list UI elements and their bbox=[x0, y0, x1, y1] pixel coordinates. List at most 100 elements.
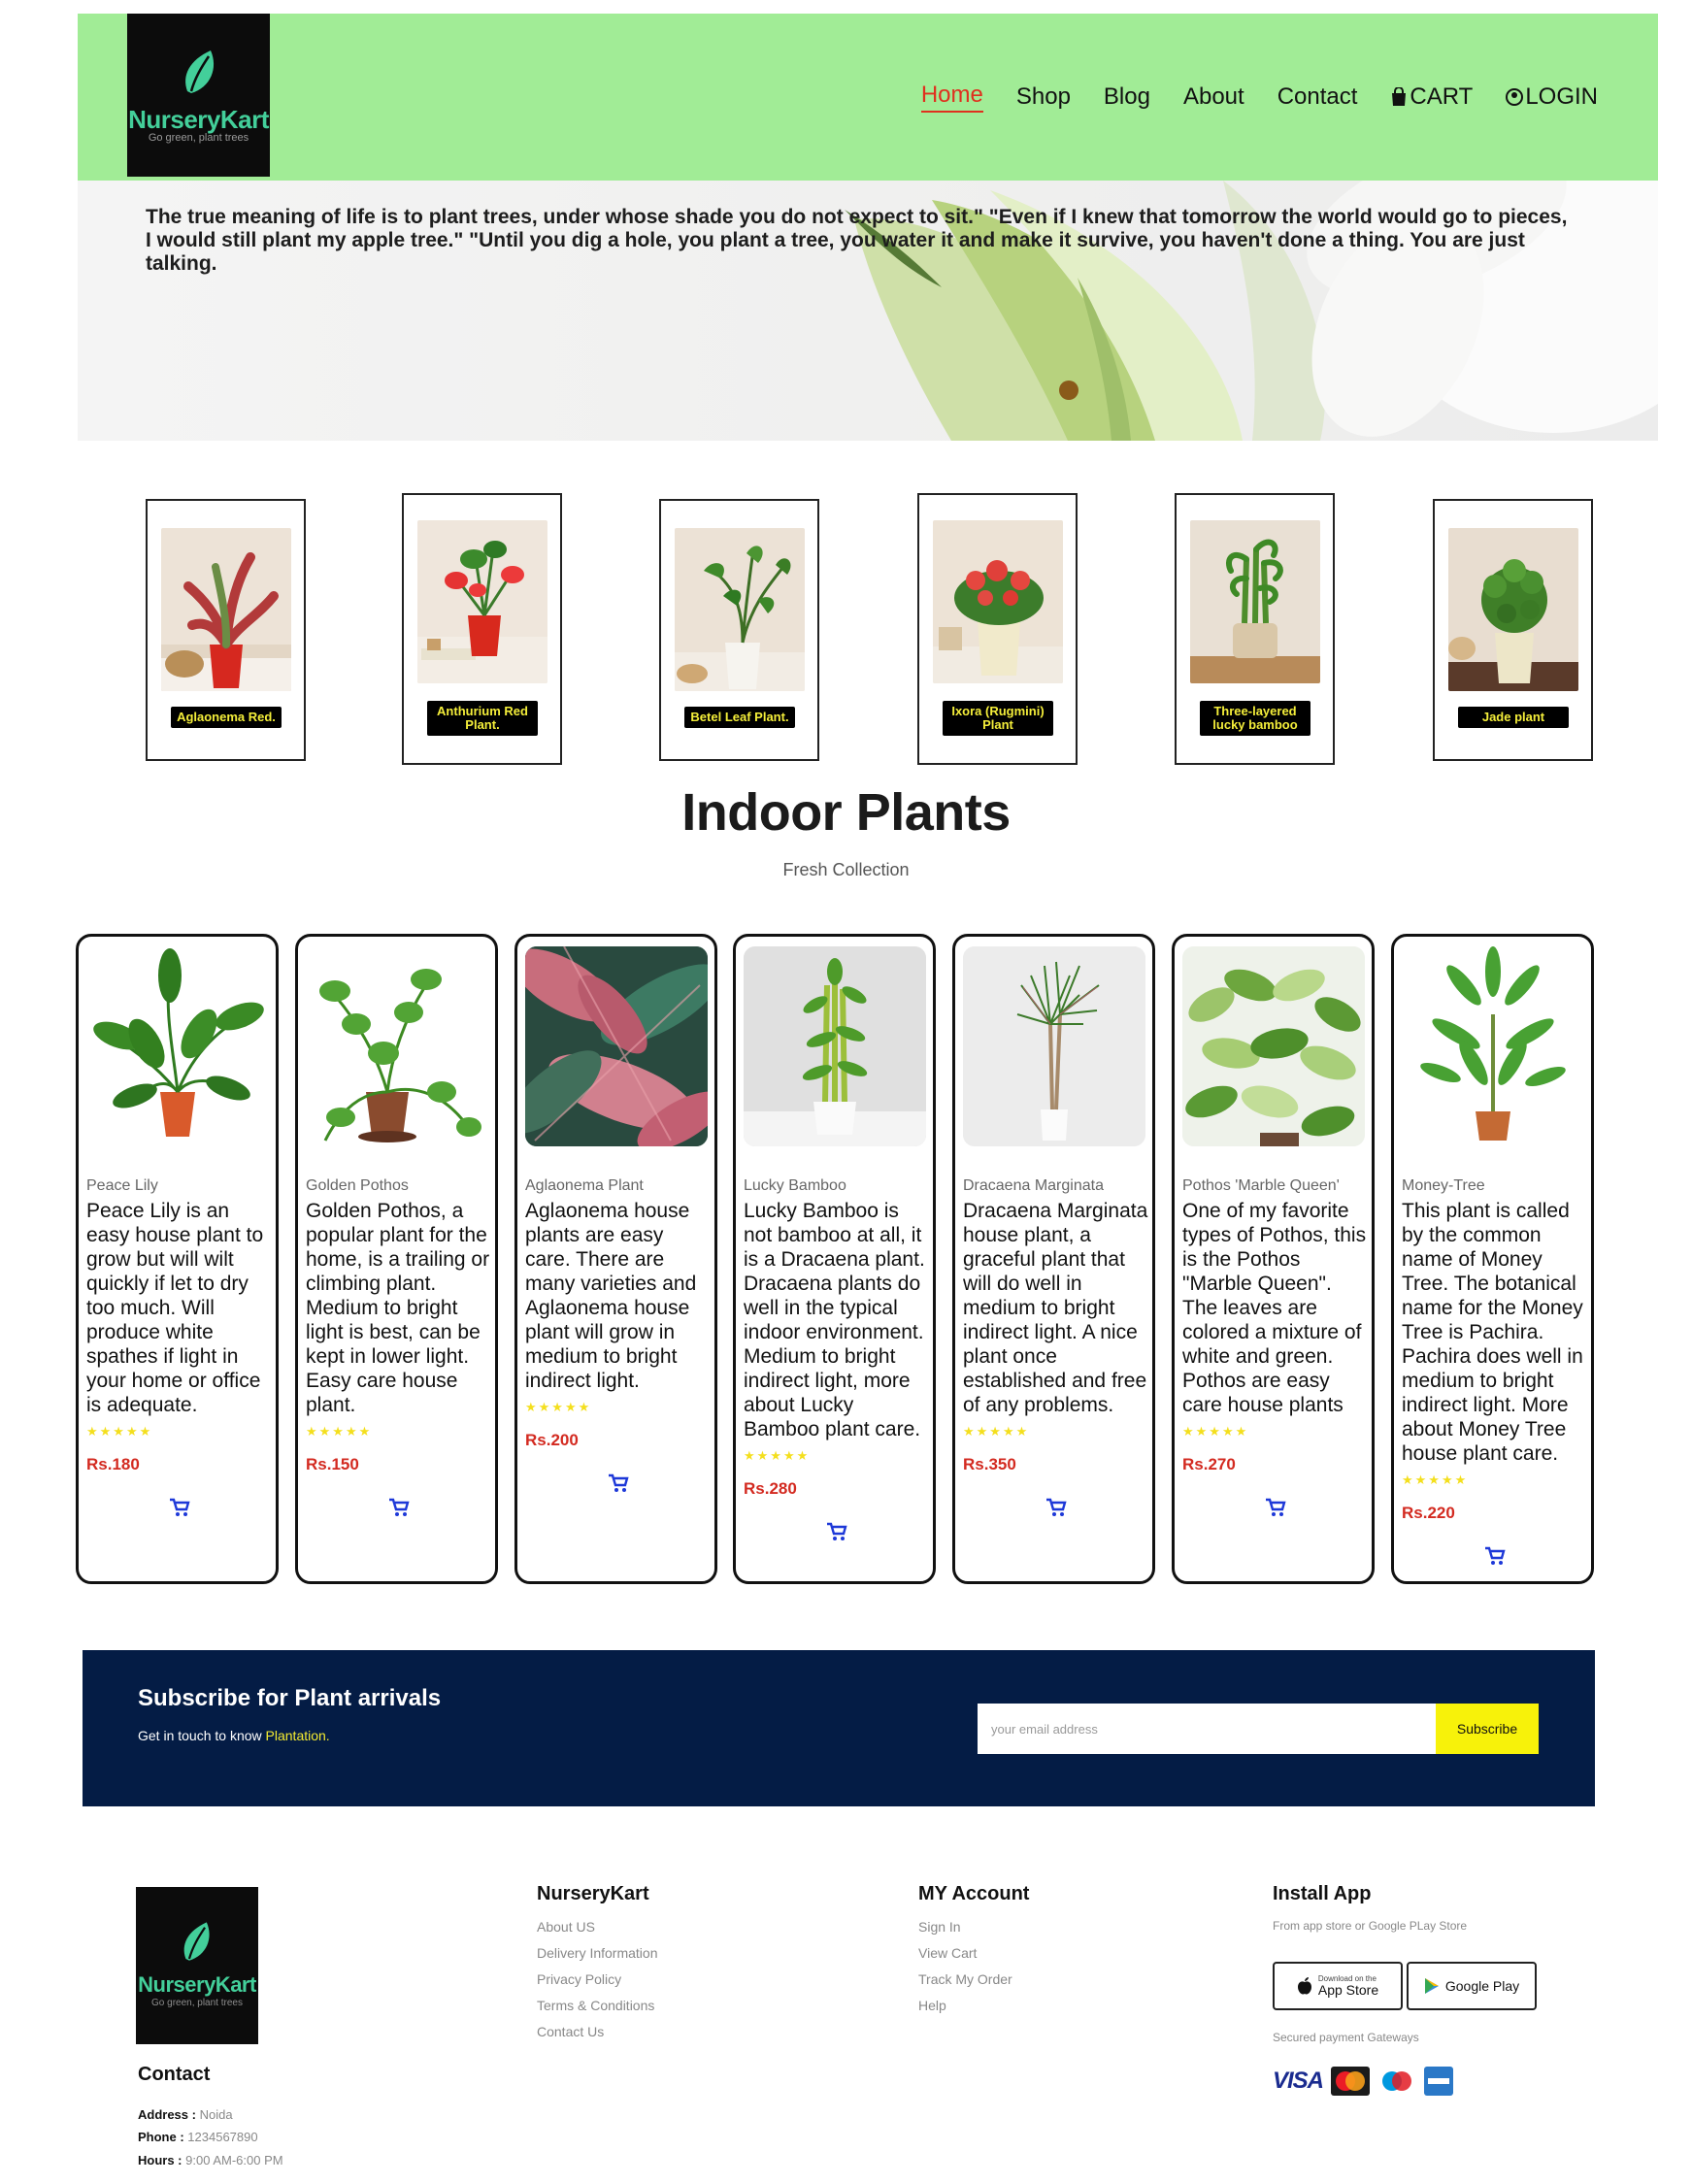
address-value: Noida bbox=[199, 2107, 233, 2122]
featured-card[interactable]: Aglaonema Red. bbox=[146, 499, 306, 761]
add-to-cart-icon[interactable] bbox=[1484, 1546, 1506, 1566]
add-to-cart-icon[interactable] bbox=[1265, 1498, 1286, 1517]
featured-card[interactable]: Three-layered lucky bamboo bbox=[1175, 493, 1335, 765]
rating-stars: ★★★★★ bbox=[963, 1424, 1030, 1439]
footer-link-signin[interactable]: Sign In bbox=[918, 1919, 1029, 1935]
footer-link-track-order[interactable]: Track My Order bbox=[918, 1971, 1029, 1987]
shopping-bag-icon bbox=[1392, 87, 1407, 106]
featured-label: Ixora (Rugmini) Plant bbox=[943, 701, 1053, 736]
nav-shop[interactable]: Shop bbox=[1016, 83, 1071, 111]
product-name: Lucky Bamboo bbox=[744, 1177, 846, 1194]
product-image bbox=[1402, 946, 1584, 1146]
nav-home[interactable]: Home bbox=[920, 82, 983, 113]
nav-contact[interactable]: Contact bbox=[1277, 83, 1358, 111]
product-card[interactable]: Dracaena Marginata Dracaena Marginata ho… bbox=[952, 934, 1155, 1584]
rating-stars: ★★★★★ bbox=[86, 1424, 153, 1439]
add-to-cart-icon[interactable] bbox=[608, 1473, 629, 1493]
plant-image bbox=[1190, 520, 1320, 683]
product-card[interactable]: Aglaonema Plant Aglaonema house plants a… bbox=[514, 934, 717, 1584]
featured-card[interactable]: Betel Leaf Plant. bbox=[659, 499, 819, 761]
product-description: One of my favorite types of Pothos, this… bbox=[1182, 1200, 1367, 1416]
email-input[interactable] bbox=[978, 1704, 1436, 1754]
appstore-text: App Store bbox=[1317, 1982, 1379, 1998]
nav-blog[interactable]: Blog bbox=[1104, 83, 1150, 111]
featured-label: Three-layered lucky bamboo bbox=[1200, 701, 1310, 736]
featured-label: Anthurium Red Plant. bbox=[427, 701, 538, 736]
brand-tagline: Go green, plant trees bbox=[148, 132, 249, 144]
payment-methods: VISA bbox=[1273, 2067, 1454, 2096]
product-name: Peace Lily bbox=[86, 1177, 158, 1194]
secured-payment-text: Secured payment Gateways bbox=[1273, 2031, 1419, 2044]
user-icon bbox=[1506, 88, 1524, 106]
add-to-cart-icon[interactable] bbox=[388, 1498, 410, 1517]
product-info: This plant is called by the common name … bbox=[1402, 1199, 1588, 1566]
mastercard-icon bbox=[1331, 2067, 1371, 2096]
rating-stars: ★★★★★ bbox=[306, 1424, 373, 1439]
featured-card[interactable]: Ixora (Rugmini) Plant bbox=[917, 493, 1078, 765]
product-card[interactable]: Lucky Bamboo Lucky Bamboo is not bamboo … bbox=[733, 934, 936, 1584]
footer-link-terms[interactable]: Terms & Conditions bbox=[537, 1998, 658, 2013]
footer-link-help[interactable]: Help bbox=[918, 1998, 1029, 2013]
newsletter-highlight: Plantation. bbox=[265, 1728, 330, 1743]
nav-about[interactable]: About bbox=[1183, 83, 1244, 111]
newsletter-text: Get in touch to know Plantation. bbox=[138, 1728, 330, 1743]
footer-column-company: NurseryKart About US Delivery Informatio… bbox=[537, 1883, 658, 2050]
nav-cart[interactable]: CART bbox=[1390, 83, 1473, 111]
product-price: Rs.180 bbox=[86, 1455, 140, 1473]
app-store-button[interactable]: Download on the App Store bbox=[1273, 1962, 1403, 2010]
featured-label: Aglaonema Red. bbox=[171, 707, 282, 728]
add-to-cart-icon[interactable] bbox=[169, 1498, 190, 1517]
footer-logo[interactable]: NurseryKart Go green, plant trees bbox=[136, 1887, 258, 2044]
product-description: Dracaena Marginata house plant, a gracef… bbox=[963, 1200, 1148, 1416]
cart-label: CART bbox=[1410, 83, 1474, 110]
add-to-cart-icon[interactable] bbox=[826, 1522, 847, 1541]
product-info: Peace Lily is an easy house plant to gro… bbox=[86, 1199, 273, 1517]
footer-contact-title: Contact bbox=[138, 2064, 211, 2085]
product-card[interactable]: Pothos 'Marble Queen' One of my favorite… bbox=[1172, 934, 1375, 1584]
product-info: Aglaonema house plants are easy care. Th… bbox=[525, 1199, 712, 1493]
main-nav: Home Shop Blog About Contact CART LOGIN bbox=[888, 82, 1598, 113]
newsletter-section: Subscribe for Plant arrivals Get in touc… bbox=[83, 1650, 1595, 1806]
product-price: Rs.280 bbox=[744, 1479, 797, 1498]
product-card[interactable]: Money-Tree This plant is called by the c… bbox=[1391, 934, 1594, 1584]
footer-link-privacy[interactable]: Privacy Policy bbox=[537, 1971, 658, 1987]
rating-stars: ★★★★★ bbox=[744, 1448, 811, 1463]
section-subtitle: Fresh Collection bbox=[782, 860, 910, 879]
leaf-icon bbox=[183, 1922, 210, 1961]
footer-column-install: Install App From app store or Google PLa… bbox=[1273, 1883, 1467, 1943]
google-play-button[interactable]: Google Play bbox=[1407, 1962, 1537, 2010]
newsletter-title: Subscribe for Plant arrivals bbox=[138, 1685, 442, 1711]
brand-name: NurseryKart bbox=[128, 105, 269, 134]
product-description: Aglaonema house plants are easy care. Th… bbox=[525, 1200, 697, 1392]
product-info: One of my favorite types of Pothos, this… bbox=[1182, 1199, 1369, 1517]
footer-link-contact[interactable]: Contact Us bbox=[537, 2024, 658, 2039]
app-store-buttons: Download on the App Store Google Play bbox=[1273, 1962, 1537, 2010]
featured-card[interactable]: Anthurium Red Plant. bbox=[402, 493, 562, 765]
product-price: Rs.350 bbox=[963, 1455, 1016, 1473]
apple-icon bbox=[1297, 1976, 1311, 1995]
product-card[interactable]: Golden Pothos Golden Pothos, a popular p… bbox=[295, 934, 498, 1584]
featured-label: Betel Leaf Plant. bbox=[684, 707, 795, 728]
footer-hours: Hours : 9:00 AM-6:00 PM bbox=[138, 2153, 283, 2167]
product-description: Golden Pothos, a popular plant for the h… bbox=[306, 1200, 490, 1416]
site-header: NurseryKart Go green, plant trees Home S… bbox=[78, 14, 1658, 181]
phone-label: Phone : bbox=[138, 2130, 184, 2144]
section-title: Indoor Plants bbox=[681, 783, 1011, 842]
add-to-cart-icon[interactable] bbox=[1045, 1498, 1067, 1517]
footer-link-about[interactable]: About US bbox=[537, 1919, 658, 1935]
featured-card[interactable]: Jade plant bbox=[1433, 499, 1593, 761]
footer-link-view-cart[interactable]: View Cart bbox=[918, 1945, 1029, 1961]
brand-logo[interactable]: NurseryKart Go green, plant trees bbox=[127, 14, 270, 177]
nav-login[interactable]: LOGIN bbox=[1506, 83, 1598, 111]
plant-image bbox=[417, 520, 547, 683]
product-name: Golden Pothos bbox=[306, 1177, 409, 1194]
product-name: Pothos 'Marble Queen' bbox=[1182, 1177, 1340, 1194]
login-label: LOGIN bbox=[1525, 83, 1598, 110]
product-card[interactable]: Peace Lily Peace Lily is an easy house p… bbox=[76, 934, 279, 1584]
footer-link-delivery[interactable]: Delivery Information bbox=[537, 1945, 658, 1961]
product-name: Aglaonema Plant bbox=[525, 1177, 644, 1194]
product-name: Dracaena Marginata bbox=[963, 1177, 1104, 1194]
product-image bbox=[963, 946, 1145, 1146]
subscribe-button[interactable]: Subscribe bbox=[1436, 1704, 1539, 1754]
rating-stars: ★★★★★ bbox=[525, 1400, 592, 1414]
